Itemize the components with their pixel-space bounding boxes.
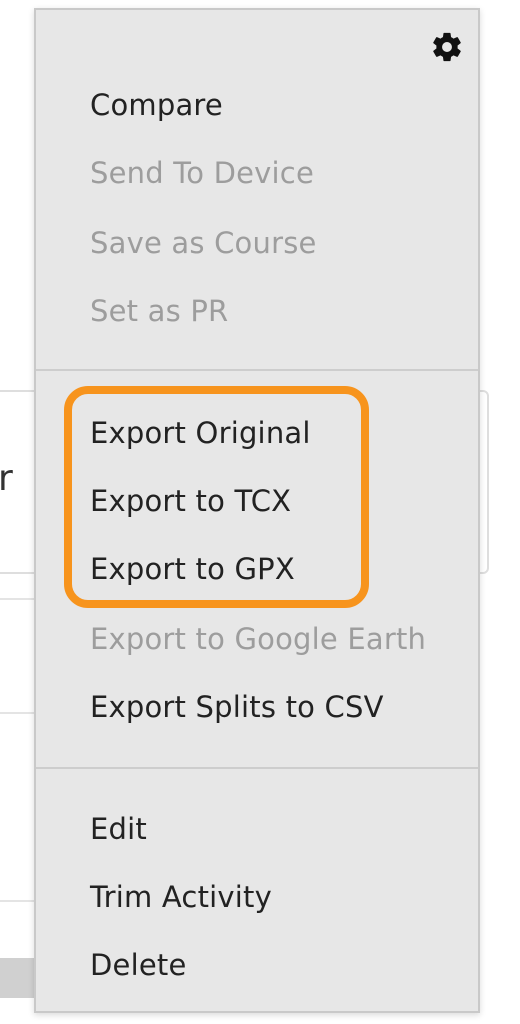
menu-item-export-google-earth: Export to Google Earth bbox=[90, 622, 427, 656]
menu-item-compare[interactable]: Compare bbox=[90, 88, 223, 122]
menu-item-export-gpx[interactable]: Export to GPX bbox=[90, 552, 295, 586]
menu-item-export-splits-csv[interactable]: Export Splits to CSV bbox=[90, 690, 384, 724]
menu-item-set-as-pr: Set as PR bbox=[90, 294, 229, 328]
menu-item-delete[interactable]: Delete bbox=[90, 948, 186, 982]
menu-divider bbox=[36, 767, 478, 769]
menu-item-export-original[interactable]: Export Original bbox=[90, 416, 311, 450]
menu-item-trim-activity[interactable]: Trim Activity bbox=[90, 880, 272, 914]
menu-item-save-as-course: Save as Course bbox=[90, 226, 317, 260]
gear-icon[interactable] bbox=[430, 30, 464, 64]
menu-divider bbox=[36, 369, 478, 371]
background-partial-text: r bbox=[0, 458, 13, 499]
menu-item-export-tcx[interactable]: Export to TCX bbox=[90, 484, 291, 518]
menu-item-send-to-device: Send To Device bbox=[90, 156, 314, 190]
menu-item-edit[interactable]: Edit bbox=[90, 812, 147, 846]
activity-actions-menu: Compare Send To Device Save as Course Se… bbox=[34, 8, 480, 1013]
